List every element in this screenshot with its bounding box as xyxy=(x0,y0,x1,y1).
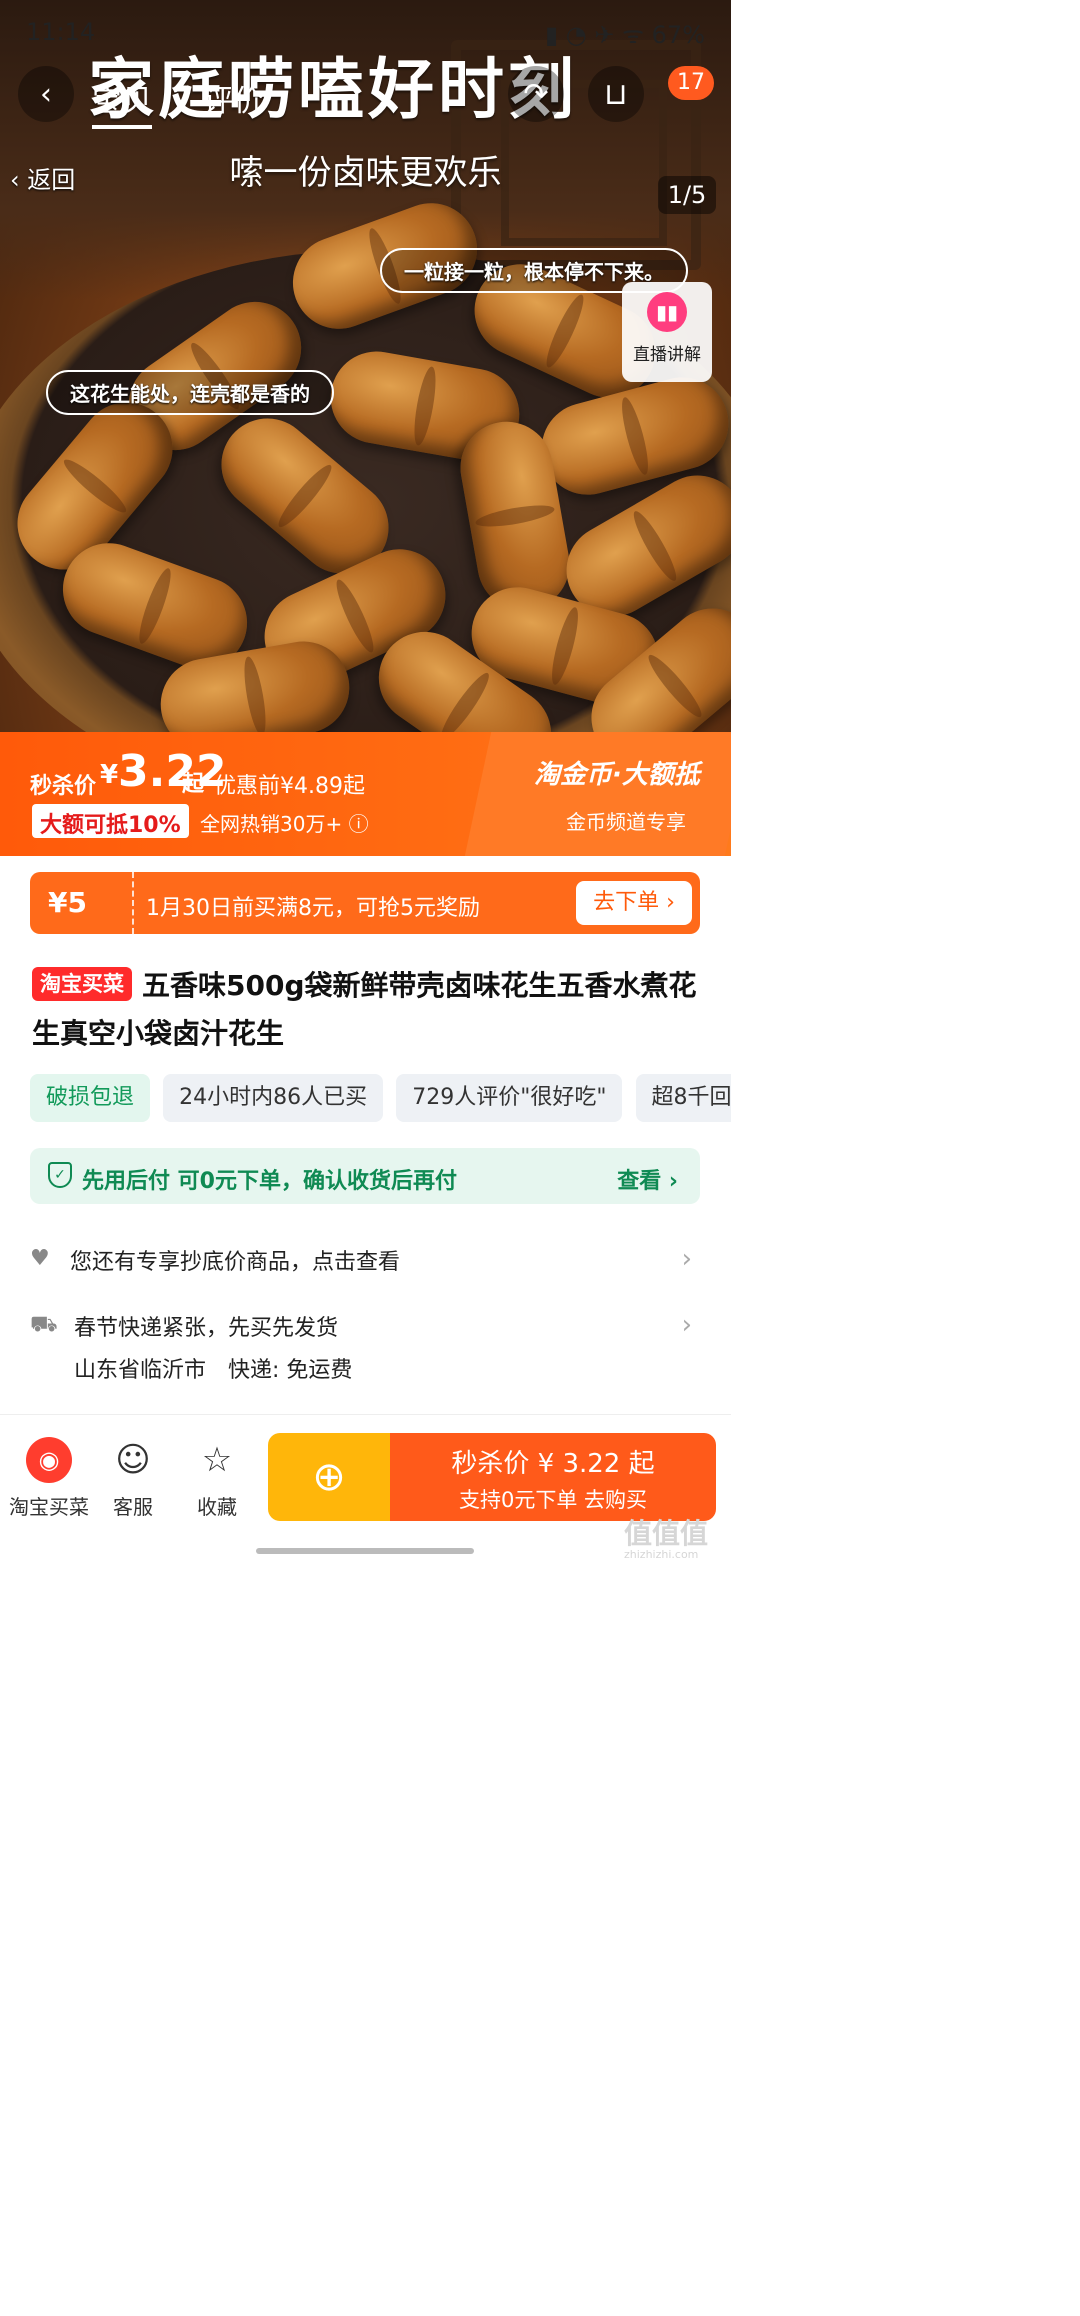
live-explain-button[interactable]: ▮▮ 直播讲解 xyxy=(622,282,712,382)
coupon-divider xyxy=(132,872,134,934)
service-chips: 破损包退 24小时内86人已买 729人评价"很好吃" 超8千回 xyxy=(30,1074,731,1124)
taojinbi-subtitle: 金币频道专享 xyxy=(566,810,686,834)
buy-now-button[interactable]: 秒杀价 ¥ 3.22 起 支持0元下单 去购买 xyxy=(390,1433,716,1521)
sales-count[interactable]: 全网热销30万+ ⓘ xyxy=(200,808,369,837)
user-heart-icon: ♥ xyxy=(30,1246,50,1271)
taojinbi-title[interactable]: 淘金币·大额抵 xyxy=(534,754,700,791)
watermark-text: 值值值 xyxy=(624,1517,709,1550)
status-time: 11:14 xyxy=(26,18,96,46)
flash-sale-price-bar: 秒杀价 ¥ 3.22 起 优惠前¥4.89起 大额可抵10% 全网热销30万+ … xyxy=(0,732,731,856)
taobao-maicai-logo-icon: ◉ xyxy=(26,1437,72,1483)
buy-now-subtext: 支持0元下单 去购买 xyxy=(458,1488,648,1512)
chevron-right-icon: › xyxy=(681,1244,692,1274)
flash-sale-label: 秒杀价 xyxy=(30,774,97,799)
coin-panel-bg xyxy=(464,732,731,856)
deduct-badge: 大额可抵10% xyxy=(32,804,189,838)
cart-button[interactable]: ⊔ xyxy=(588,66,644,122)
truck-icon: ⛟ xyxy=(30,1312,58,1337)
tab-label: 淘宝买菜 xyxy=(9,1495,89,1519)
shipping-notice: 春节快递紧张，先买先发货 xyxy=(74,1316,339,1341)
watermark-url: zhizhizhi.com xyxy=(624,1548,699,1561)
reward-coupon[interactable]: ¥5 1月30日前买满8元，可抢5元奖励 去下单 › xyxy=(30,872,700,934)
exclusive-deals-text: 您还有专享抄底价商品，点击查看 xyxy=(70,1250,401,1275)
header: ‹ 宝贝 评价 ↷ ⊔ xyxy=(0,66,731,129)
sales-text: 全网热销30万+ xyxy=(200,812,343,836)
tab-label: 收藏 xyxy=(197,1495,237,1519)
taobao-maicai-tag: 淘宝买菜 xyxy=(32,967,132,1001)
place-order-button[interactable]: 去下单 › xyxy=(576,881,692,925)
live-stream-icon: ▮▮ xyxy=(647,292,687,332)
flash-sale-price: 3.22 xyxy=(118,746,227,797)
chip-review-count[interactable]: 729人评价"很好吃" xyxy=(396,1074,623,1122)
add-cart-icon: ⊕ xyxy=(312,1454,346,1500)
live-explain-label: 直播讲解 xyxy=(633,345,701,365)
share-icon: ↷ xyxy=(523,76,549,112)
shield-check-icon: ✓ xyxy=(48,1162,72,1188)
price-suffix: 起 xyxy=(182,772,205,797)
purchase-cta: ⊕ 秒杀价 ¥ 3.22 起 支持0元下单 去购买 xyxy=(268,1433,716,1521)
shipping-row[interactable]: ⛟ 春节快递紧张，先买先发货 山东省临沂市 快递: 免运费 › xyxy=(30,1310,700,1390)
home-indicator[interactable] xyxy=(256,1548,474,1554)
tab-taobao-maicai[interactable]: ◉ 淘宝买菜 xyxy=(4,1437,94,1520)
pay-later-text: 先用后付 可0元下单，确认收货后再付 xyxy=(82,1169,457,1194)
chevron-left-icon: ‹ xyxy=(40,76,52,112)
chip-repurchase[interactable]: 超8千回 xyxy=(635,1074,731,1122)
add-to-cart-button[interactable]: ⊕ xyxy=(268,1433,390,1521)
product-title: 淘宝买菜 五香味500g袋新鲜带壳卤味花生五香水煮花生真空小袋卤汁花生 xyxy=(32,962,702,1058)
shipping-origin: 山东省临沂市 xyxy=(74,1358,207,1383)
hero-subtitle: 嗦一份卤味更欢乐 xyxy=(229,153,502,193)
chip-damage-refund[interactable]: 破损包退 xyxy=(30,1074,151,1122)
original-price: 优惠前¥4.89起 xyxy=(214,774,365,799)
image-page-indicator: 1/5 xyxy=(658,176,716,214)
buy-now-price: 秒杀价 ¥ 3.22 起 xyxy=(451,1449,655,1479)
shipping-fee: 快递: 免运费 xyxy=(228,1358,353,1383)
back-button[interactable]: ‹ xyxy=(18,66,74,122)
pay-later-banner[interactable]: ✓ 先用后付 可0元下单，确认收货后再付 查看 › xyxy=(30,1148,700,1204)
info-icon[interactable]: ⓘ xyxy=(349,812,369,836)
bottom-action-bar: ◉ 淘宝买菜 ☺ 客服 ☆ 收藏 ⊕ 秒杀价 ¥ 3.22 起 支持0元下单 去… xyxy=(0,1414,731,1568)
tab-customer-service[interactable]: ☺ 客服 xyxy=(88,1437,178,1520)
tab-favorite[interactable]: ☆ 收藏 xyxy=(172,1437,262,1520)
pay-later-view-link[interactable]: 查看 › xyxy=(617,1163,678,1195)
header-tabs: 宝贝 评价 xyxy=(92,76,306,129)
customer-service-icon: ☺ xyxy=(115,1440,151,1480)
tab-reviews[interactable]: 评价 xyxy=(204,84,264,119)
star-icon: ☆ xyxy=(201,1440,233,1480)
tab-baobei[interactable]: 宝贝 xyxy=(92,84,152,129)
cart-count-badge: 17 xyxy=(668,66,714,100)
chip-recent-buyers[interactable]: 24小时内86人已买 xyxy=(163,1074,384,1122)
product-image-carousel[interactable]: 11:14 ▮ ◔ ✈ ᯤ 67% 家庭唠嗑好时刻 ‹ 宝贝 评价 ↷ ⊔ 17… xyxy=(0,0,731,732)
coupon-text: 1月30日前买满8元，可抢5元奖励 xyxy=(146,896,480,921)
cart-icon: ⊔ xyxy=(604,76,628,112)
share-button[interactable]: ↷ xyxy=(508,66,564,122)
caption-bubble: 这花生能处，连壳都是香的 xyxy=(46,370,334,415)
chevron-right-icon: › xyxy=(681,1310,692,1340)
price-currency: ¥ xyxy=(100,760,119,790)
exclusive-deals-row[interactable]: ♥ 您还有专享抄底价商品，点击查看 › xyxy=(30,1244,700,1280)
battery-percent: 67% xyxy=(651,21,705,49)
watermark: 值值值 zhizhizhi.com xyxy=(624,1512,708,1561)
coupon-amount: ¥5 xyxy=(48,886,87,919)
tab-label: 客服 xyxy=(113,1495,153,1519)
